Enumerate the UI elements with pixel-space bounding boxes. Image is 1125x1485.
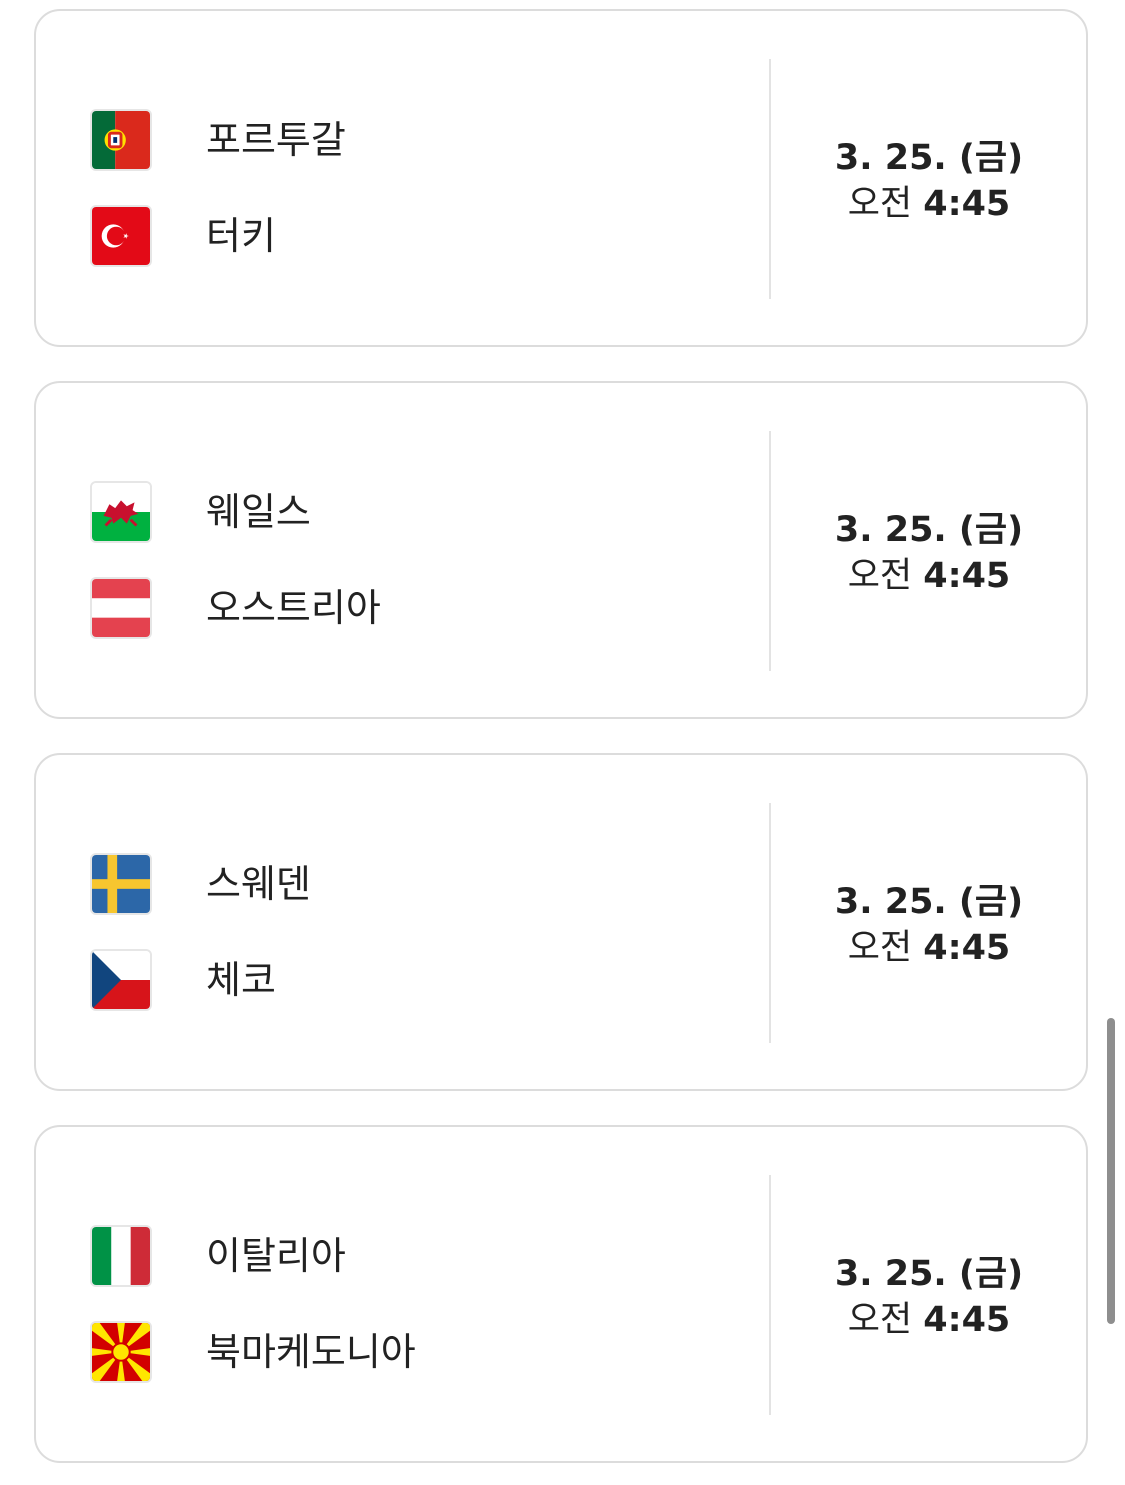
team-name: 이탈리아 xyxy=(206,1234,346,1278)
match-date: 3. 25. (금) xyxy=(834,882,1024,922)
match-date: 3. 25. (금) xyxy=(834,1254,1024,1294)
match-schedule: 3. 25. (금) 오전 4:45 xyxy=(772,135,1086,227)
time-period: 오전 xyxy=(847,928,913,968)
time-clock: 4:45 xyxy=(923,184,1011,224)
czech-flag-icon xyxy=(90,949,152,1011)
home-team: 포르투갈 xyxy=(90,109,750,171)
team-name: 북마케도니아 xyxy=(206,1330,416,1374)
match-date: 3. 25. (금) xyxy=(834,138,1024,178)
match-card[interactable]: 이탈리아 북마케도니아 3. 25. (금) 오전 4:45 xyxy=(34,1125,1088,1463)
home-team: 스웨덴 xyxy=(90,853,750,915)
divider xyxy=(769,431,771,671)
time-period: 오전 xyxy=(847,556,913,596)
team-name: 체코 xyxy=(206,958,276,1002)
divider xyxy=(769,803,771,1043)
match-schedule: 3. 25. (금) 오전 4:45 xyxy=(772,507,1086,599)
match-time: 오전 4:45 xyxy=(772,1297,1086,1343)
italy-flag-icon xyxy=(90,1225,152,1287)
divider xyxy=(769,1175,771,1415)
home-team: 이탈리아 xyxy=(90,1225,750,1287)
match-time: 오전 4:45 xyxy=(772,925,1086,971)
away-team: 북마케도니아 xyxy=(90,1321,750,1383)
scrollbar[interactable] xyxy=(1107,1018,1115,1324)
match-date: 3. 25. (금) xyxy=(834,510,1024,550)
away-team: 터키 xyxy=(90,205,750,267)
away-team: 오스트리아 xyxy=(90,577,750,639)
match-card[interactable]: 포르투갈 터키 3. 25. (금) 오전 4:45 xyxy=(34,9,1088,347)
team-name: 포르투갈 xyxy=(206,118,346,162)
time-period: 오전 xyxy=(847,1300,913,1340)
divider xyxy=(769,59,771,299)
team-name: 웨일스 xyxy=(206,490,311,534)
turkey-flag-icon xyxy=(90,205,152,267)
team-name: 오스트리아 xyxy=(206,586,381,630)
match-time: 오전 4:45 xyxy=(772,553,1086,599)
match-time: 오전 4:45 xyxy=(772,181,1086,227)
time-period: 오전 xyxy=(847,184,913,224)
away-team: 체코 xyxy=(90,949,750,1011)
match-card[interactable]: 스웨덴 체코 3. 25. (금) 오전 4:45 xyxy=(34,753,1088,1091)
time-clock: 4:45 xyxy=(923,556,1011,596)
sweden-flag-icon xyxy=(90,853,152,915)
team-name: 스웨덴 xyxy=(206,862,311,906)
portugal-flag-icon xyxy=(90,109,152,171)
match-schedule: 3. 25. (금) 오전 4:45 xyxy=(772,1251,1086,1343)
match-schedule: 3. 25. (금) 오전 4:45 xyxy=(772,879,1086,971)
time-clock: 4:45 xyxy=(923,928,1011,968)
north-macedonia-flag-icon xyxy=(90,1321,152,1383)
wales-flag-icon xyxy=(90,481,152,543)
team-name: 터키 xyxy=(206,214,276,258)
time-clock: 4:45 xyxy=(923,1300,1011,1340)
home-team: 웨일스 xyxy=(90,481,750,543)
match-card[interactable]: 웨일스 오스트리아 3. 25. (금) 오전 4:45 xyxy=(34,381,1088,719)
austria-flag-icon xyxy=(90,577,152,639)
